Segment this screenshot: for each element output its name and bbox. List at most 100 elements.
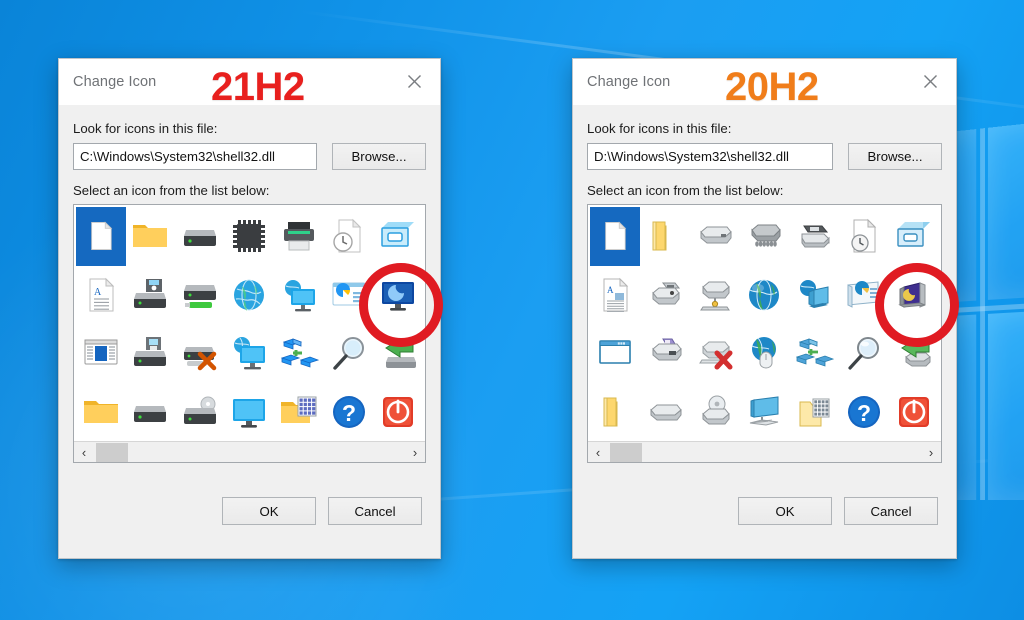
network-globe-mouse-icon[interactable] — [740, 324, 790, 383]
scroll-left-arrow-icon[interactable]: ‹ — [74, 442, 94, 463]
file-path-label: Look for icons in this file: — [587, 121, 732, 136]
printer-icon[interactable] — [789, 207, 839, 266]
crt-monitor-moon-icon[interactable] — [889, 266, 939, 325]
window-frame-icon[interactable] — [373, 207, 423, 266]
drive-with-stand-icon[interactable] — [690, 266, 740, 325]
browse-button[interactable]: Browse... — [332, 143, 426, 170]
green-arrow-drive-icon[interactable] — [373, 324, 423, 383]
blank-document-icon[interactable] — [76, 207, 126, 266]
cancel-button[interactable]: Cancel — [328, 497, 422, 525]
floppy-disk-drive-icon[interactable] — [126, 324, 176, 383]
ok-button[interactable]: OK — [738, 497, 832, 525]
dialog-title: Change Icon — [73, 73, 157, 90]
close-button[interactable] — [394, 65, 434, 97]
drive-with-green-bar-icon[interactable] — [175, 266, 225, 325]
change-icon-dialog-20h2[interactable]: Change Icon 20H2 Look for icons in this … — [572, 58, 959, 559]
network-nodes-icon[interactable] — [274, 324, 324, 383]
printer-icon[interactable] — [274, 207, 324, 266]
shutdown-power-icon[interactable] — [889, 383, 939, 442]
help-question-icon[interactable]: ? — [324, 383, 374, 442]
folder-icon[interactable] — [126, 207, 176, 266]
blank-document-icon[interactable] — [590, 207, 640, 266]
ok-button[interactable]: OK — [222, 497, 316, 525]
svg-text:?: ? — [342, 400, 356, 426]
icon-list-box[interactable]: A? ‹ › — [73, 204, 426, 463]
browse-button[interactable]: Browse... — [848, 143, 942, 170]
cd-drive-icon[interactable] — [690, 383, 740, 442]
file-path-label: Look for icons in this file: — [73, 121, 218, 136]
cancel-button[interactable]: Cancel — [844, 497, 938, 525]
disconnected-drive-icon[interactable] — [175, 324, 225, 383]
scrollbar-track[interactable] — [608, 442, 921, 462]
change-icon-dialog-21h2[interactable]: Change Icon 21H2 Look for icons in this … — [58, 58, 443, 559]
text-document-icon[interactable]: A — [590, 266, 640, 325]
dialog-body: Look for icons in this file: C:\Windows\… — [59, 105, 440, 463]
server-drive-icon[interactable] — [640, 383, 690, 442]
icon-list-label: Select an icon from the list below: — [73, 183, 270, 198]
server-drive-icon[interactable] — [126, 383, 176, 442]
titlebar[interactable]: Change Icon 21H2 — [59, 59, 440, 109]
disconnected-drive-icon[interactable] — [690, 324, 740, 383]
dialog-footer: OK Cancel — [59, 482, 440, 558]
explorer-window-icon[interactable] — [590, 324, 640, 383]
close-button[interactable] — [910, 65, 950, 97]
globe-icon[interactable] — [740, 266, 790, 325]
file-path-row: C:\Windows\System32\shell32.dll Browse..… — [73, 143, 426, 170]
svg-text:A: A — [94, 287, 102, 298]
help-question-icon[interactable]: ? — [839, 383, 889, 442]
version-annotation-20h2: 20H2 — [725, 65, 819, 109]
globe-icon[interactable] — [225, 266, 275, 325]
dialog-body: Look for icons in this file: D:\Windows\… — [573, 105, 956, 463]
icon-grid[interactable]: A? — [588, 205, 941, 441]
file-path-input[interactable]: C:\Windows\System32\shell32.dll — [73, 143, 317, 170]
network-computer-icon[interactable] — [274, 266, 324, 325]
shutdown-power-icon[interactable] — [373, 383, 423, 442]
network-computer-icon[interactable] — [789, 266, 839, 325]
horizontal-scrollbar[interactable]: ‹ › — [588, 441, 941, 462]
dialog-footer: OK Cancel — [573, 482, 956, 558]
window-frame-icon[interactable] — [889, 207, 939, 266]
green-arrow-drive-icon[interactable] — [889, 324, 939, 383]
svg-text:?: ? — [857, 400, 871, 426]
titlebar[interactable]: Change Icon 20H2 — [573, 59, 956, 109]
recent-document-icon[interactable] — [324, 207, 374, 266]
folder-grid-icon[interactable] — [274, 383, 324, 442]
recent-document-icon[interactable] — [839, 207, 889, 266]
cd-drive-icon[interactable] — [175, 383, 225, 442]
folder-icon[interactable] — [640, 207, 690, 266]
scroll-right-arrow-icon[interactable]: › — [921, 442, 941, 463]
icon-grid[interactable]: A? — [74, 205, 425, 441]
memory-chip-icon[interactable] — [740, 207, 790, 266]
floppy-drive-icon[interactable] — [126, 266, 176, 325]
magnifier-search-icon[interactable] — [839, 324, 889, 383]
floppy-drive-icon[interactable] — [640, 266, 690, 325]
file-path-row: D:\Windows\System32\shell32.dll Browse..… — [587, 143, 942, 170]
hard-drive-icon[interactable] — [175, 207, 225, 266]
folder-grid-icon[interactable] — [789, 383, 839, 442]
scroll-left-arrow-icon[interactable]: ‹ — [588, 442, 608, 463]
scrollbar-thumb[interactable] — [610, 443, 642, 462]
chart-presentation-icon[interactable] — [324, 266, 374, 325]
monitor-keyboard-icon[interactable] — [740, 383, 790, 442]
open-folder-icon[interactable] — [590, 383, 640, 442]
memory-chip-icon[interactable] — [225, 207, 275, 266]
chart-presentation-icon[interactable] — [839, 266, 889, 325]
network-nodes-icon[interactable] — [789, 324, 839, 383]
monitor-icon[interactable] — [225, 383, 275, 442]
horizontal-scrollbar[interactable]: ‹ › — [74, 441, 425, 462]
scrollbar-track[interactable] — [94, 442, 405, 462]
magnifier-search-icon[interactable] — [324, 324, 374, 383]
text-document-icon[interactable]: A — [76, 266, 126, 325]
explorer-window-icon[interactable] — [76, 324, 126, 383]
network-globe-monitor-icon[interactable] — [225, 324, 275, 383]
hard-drive-icon[interactable] — [690, 207, 740, 266]
dialog-title: Change Icon — [587, 73, 671, 90]
floppy-disk-drive-icon[interactable] — [640, 324, 690, 383]
monitor-sleep-moon-icon[interactable] — [373, 266, 423, 325]
version-annotation-21h2: 21H2 — [211, 65, 305, 109]
icon-list-box[interactable]: A? ‹ › — [587, 204, 942, 463]
open-folder-icon[interactable] — [76, 383, 126, 442]
scroll-right-arrow-icon[interactable]: › — [405, 442, 425, 463]
scrollbar-thumb[interactable] — [96, 443, 128, 462]
file-path-input[interactable]: D:\Windows\System32\shell32.dll — [587, 143, 833, 170]
